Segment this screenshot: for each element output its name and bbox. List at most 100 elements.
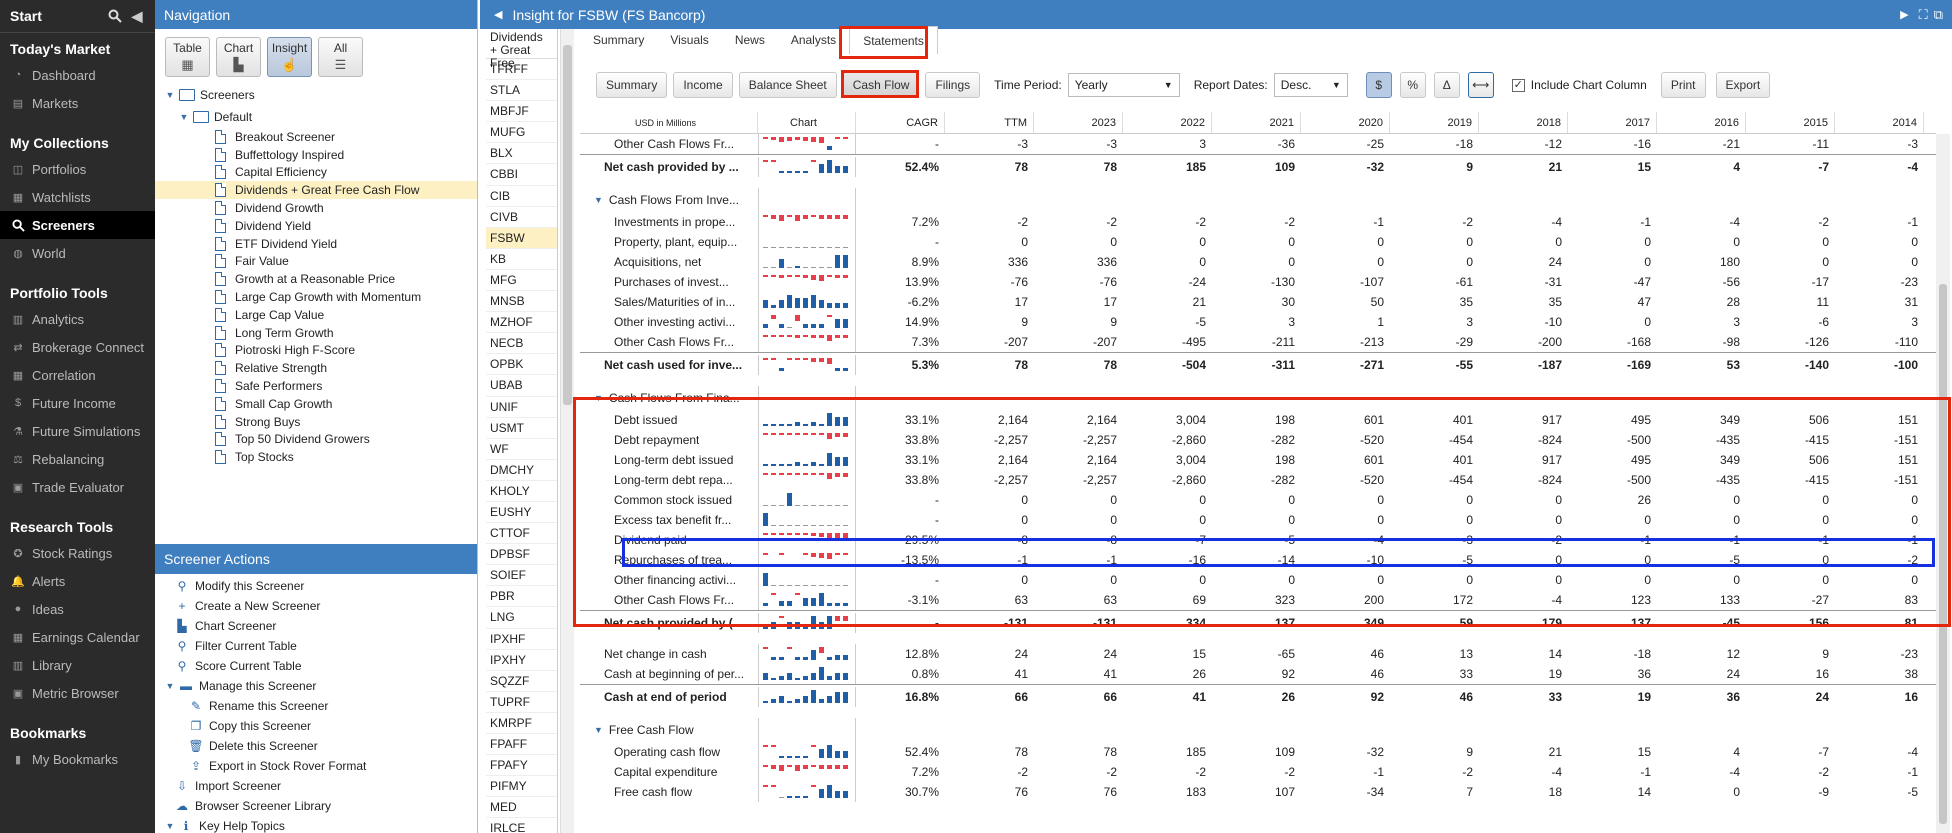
- percent-button[interactable]: %: [1399, 72, 1426, 98]
- symbol-item[interactable]: UNIF: [486, 397, 557, 418]
- section-header-row[interactable]: ▼ Free Cash Flow: [580, 718, 1936, 742]
- sidebar-item-trade-evaluator[interactable]: ▣ Trade Evaluator: [0, 473, 155, 501]
- symbol-item[interactable]: UBAB: [486, 375, 557, 397]
- column-header[interactable]: 2021: [1212, 112, 1301, 133]
- symbol-item[interactable]: MBFJF: [486, 101, 557, 123]
- statement-filings-button[interactable]: Filings: [925, 72, 981, 98]
- symbol-item[interactable]: FPAFY: [486, 755, 557, 777]
- symbol-item[interactable]: TFRFF: [486, 59, 557, 81]
- symbol-item[interactable]: OPBK: [486, 354, 557, 376]
- sidebar-item-stock-ratings[interactable]: ✪ Stock Ratings: [0, 539, 155, 567]
- column-header[interactable]: 2016: [1657, 112, 1746, 133]
- symbol-item[interactable]: FPAFF: [486, 734, 557, 756]
- view-chart-button[interactable]: Chart ▙: [216, 37, 261, 77]
- column-header[interactable]: 2017: [1568, 112, 1657, 133]
- table-scrollbar[interactable]: [1936, 134, 1950, 833]
- symbol-item[interactable]: KB: [486, 249, 557, 270]
- collapse-nav-icon[interactable]: ◀: [494, 8, 502, 21]
- sidebar-item-analytics[interactable]: ▥ Analytics: [0, 305, 155, 333]
- column-header[interactable]: 2023: [1034, 112, 1123, 133]
- symbol-item[interactable]: IPXHY: [486, 650, 557, 671]
- scrollbar-thumb[interactable]: [563, 45, 572, 405]
- expand-icon[interactable]: ▼: [165, 821, 175, 831]
- action-create-a-new-screener[interactable]: + Create a New Screener: [155, 596, 477, 616]
- action-delete-this-screener[interactable]: 🗑 Delete this Screener: [155, 736, 477, 756]
- sidebar-item-ideas[interactable]: ● Ideas: [0, 595, 155, 623]
- symbol-item[interactable]: MED: [486, 797, 557, 819]
- screener-item[interactable]: Buffettology Inspired: [155, 146, 477, 164]
- symbol-item[interactable]: USMT: [486, 418, 557, 439]
- screener-item[interactable]: Long Term Growth: [155, 324, 477, 342]
- symbol-item[interactable]: KMRPF: [486, 713, 557, 734]
- action-score-current-table[interactable]: ⚲ Score Current Table: [155, 656, 477, 676]
- sidebar-item-my-bookmarks[interactable]: ▮ My Bookmarks: [0, 745, 155, 773]
- fullscreen-icon[interactable]: ⛶: [1919, 7, 1928, 23]
- sidebar-item-screeners[interactable]: Screeners: [0, 211, 155, 239]
- view-table-button[interactable]: Table ▦: [165, 37, 210, 77]
- screener-item[interactable]: Large Cap Growth with Momentum: [155, 288, 477, 306]
- expand-icon[interactable]: ▼: [594, 393, 603, 403]
- symbol-item[interactable]: FSBW: [486, 227, 557, 249]
- section-header-row[interactable]: ▼ Cash Flows From Fina...: [580, 386, 1936, 410]
- tree-node-default[interactable]: ▼ Default: [155, 106, 477, 128]
- column-header[interactable]: CAGR: [856, 112, 945, 133]
- scrollbar-thumb[interactable]: [1939, 284, 1947, 824]
- column-header[interactable]: 2015: [1746, 112, 1835, 133]
- search-icon[interactable]: [107, 8, 123, 24]
- symbol-item[interactable]: BLX: [486, 143, 557, 165]
- symbol-item[interactable]: NECB: [486, 333, 557, 355]
- column-header[interactable]: 2018: [1479, 112, 1568, 133]
- symbol-item[interactable]: MZHOF: [486, 312, 557, 334]
- sidebar-item-library[interactable]: ▥ Library: [0, 651, 155, 679]
- expand-icon[interactable]: ▼: [179, 112, 189, 122]
- action-browser-screener-library[interactable]: ☁ Browser Screener Library: [155, 796, 477, 816]
- symbol-item[interactable]: CTTOF: [486, 523, 557, 545]
- column-header[interactable]: 2019: [1390, 112, 1479, 133]
- screener-item[interactable]: Large Cap Value: [155, 306, 477, 324]
- screener-item[interactable]: Capital Efficiency: [155, 164, 477, 182]
- symbol-item[interactable]: SOIEF: [486, 565, 557, 587]
- symbol-item[interactable]: IPXHF: [486, 629, 557, 650]
- tree-node-screeners[interactable]: ▼ Screeners: [155, 84, 477, 106]
- column-header[interactable]: TTM: [945, 112, 1034, 133]
- screener-item[interactable]: Safe Performers: [155, 377, 477, 395]
- expand-icon[interactable]: ▼: [165, 90, 175, 100]
- column-header[interactable]: 2020: [1301, 112, 1390, 133]
- symbol-item[interactable]: DMCHY: [486, 460, 557, 481]
- popout-icon[interactable]: ⧉: [1934, 7, 1943, 23]
- screener-item[interactable]: Top 50 Dividend Growers: [155, 431, 477, 449]
- symbol-item[interactable]: DPBSF: [486, 544, 557, 566]
- symbol-item[interactable]: TUPRF: [486, 692, 557, 713]
- screener-item[interactable]: Dividend Growth: [155, 199, 477, 217]
- symbol-item[interactable]: MFG: [486, 270, 557, 292]
- expand-icon[interactable]: ▼: [165, 681, 175, 691]
- statement-summary-button[interactable]: Summary: [596, 72, 668, 98]
- action-copy-this-screener[interactable]: ❐ Copy this Screener: [155, 716, 477, 736]
- sidebar-item-watchlists[interactable]: ▦ Watchlists: [0, 183, 155, 211]
- screener-item[interactable]: Breakout Screener: [155, 128, 477, 146]
- expand-icon[interactable]: ▼: [594, 195, 603, 205]
- symbol-item[interactable]: MNSB: [486, 291, 557, 313]
- sidebar-item-rebalancing[interactable]: ⚖ Rebalancing: [0, 445, 155, 473]
- expand-icon[interactable]: ▼: [594, 725, 603, 735]
- screener-item[interactable]: Strong Buys: [155, 413, 477, 431]
- symbol-item[interactable]: SQZZF: [486, 671, 557, 692]
- sidebar-item-alerts[interactable]: 🔔 Alerts: [0, 567, 155, 595]
- sidebar-item-brokerage-connect[interactable]: ⇄ Brokerage Connect: [0, 333, 155, 361]
- sidebar-item-metric-browser[interactable]: ▣ Metric Browser: [0, 679, 155, 707]
- symbol-item[interactable]: STLA: [486, 80, 557, 102]
- delta-button[interactable]: Δ: [1433, 72, 1460, 98]
- tab-summary[interactable]: Summary: [580, 26, 657, 54]
- symbol-item[interactable]: EUSHY: [486, 502, 557, 524]
- collapse-left-icon[interactable]: ◀: [129, 8, 145, 24]
- screener-item[interactable]: Relative Strength: [155, 359, 477, 377]
- include-chart-toggle[interactable]: ✓ Include Chart Column: [1511, 78, 1647, 92]
- statement-balance-sheet-button[interactable]: Balance Sheet: [738, 72, 837, 98]
- action-manage-this-screener[interactable]: ▼ ▬ Manage this Screener: [155, 676, 477, 696]
- screener-item[interactable]: Small Cap Growth: [155, 395, 477, 413]
- print-button[interactable]: Print: [1660, 72, 1706, 98]
- tab-analysts[interactable]: Analysts: [778, 26, 849, 54]
- action-chart-screener[interactable]: ▙ Chart Screener: [155, 616, 477, 636]
- sidebar-item-world[interactable]: ◍ World: [0, 239, 155, 267]
- sidebar-item-portfolios[interactable]: ◫ Portfolios: [0, 155, 155, 183]
